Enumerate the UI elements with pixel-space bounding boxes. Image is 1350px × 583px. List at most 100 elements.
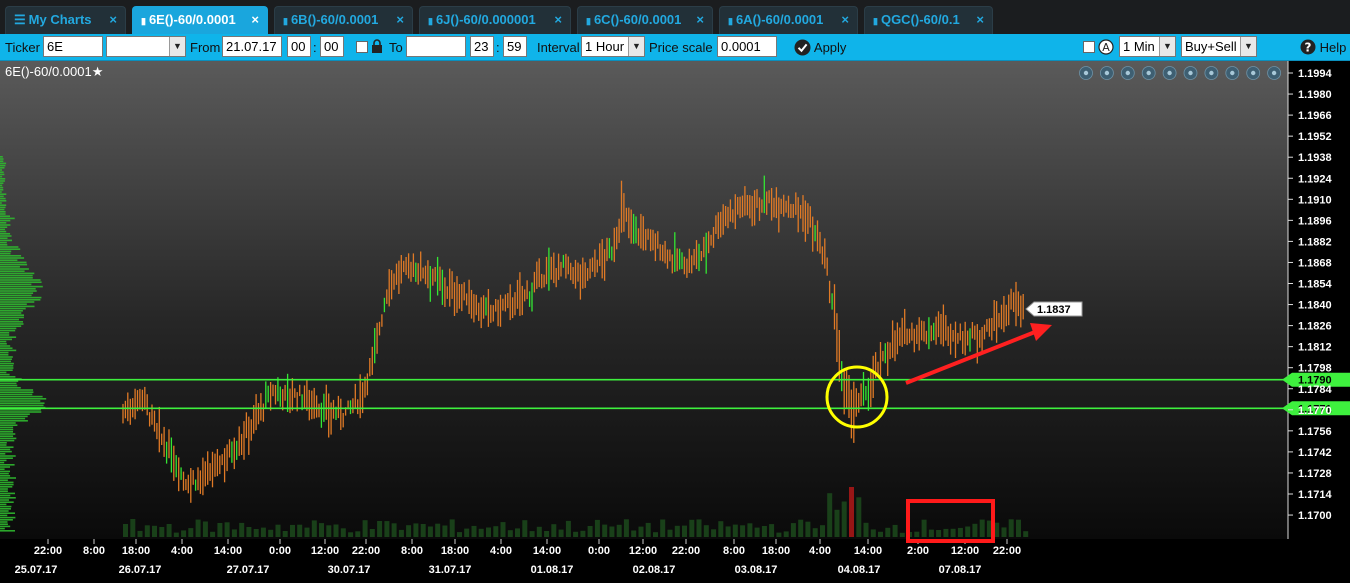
link-icon[interactable] — [1183, 66, 1198, 80]
chart-toolbar: Ticker 6E ▼ From 21.07.17 00 : 00 To 23 … — [0, 34, 1350, 61]
volume-bar — [943, 528, 949, 537]
x-date-label: 04.08.17 — [838, 564, 881, 576]
draw-icon[interactable] — [1162, 66, 1177, 80]
price-chart[interactable]: 1.17901.1771 1.19941.19801.19661.19521.1… — [0, 61, 1350, 583]
volume-bar — [435, 523, 441, 537]
interval-select[interactable]: 1 Hour ▼ — [581, 36, 645, 57]
y-tick-label: 1.1714 — [1298, 489, 1333, 501]
volume-bar — [820, 525, 825, 537]
volume-bar — [761, 526, 767, 537]
volume-bar — [834, 509, 840, 537]
plot-area[interactable] — [0, 61, 1288, 539]
help-button[interactable]: ? Help — [1300, 34, 1346, 61]
volume-bar — [928, 529, 934, 537]
tick-mode-checkbox[interactable] — [1083, 41, 1095, 53]
volume-profile-bar — [0, 307, 26, 310]
x-date-label: 26.07.17 — [119, 564, 162, 576]
y-tick-label: 1.1952 — [1298, 131, 1332, 143]
close-icon[interactable]: × — [251, 7, 259, 33]
volume-profile-bar — [0, 365, 14, 367]
close-icon[interactable]: × — [976, 7, 984, 33]
volume-bar — [1016, 519, 1021, 537]
volume-bar — [754, 527, 760, 537]
volume-bar — [740, 525, 746, 537]
to-minute-input[interactable]: 59 — [503, 36, 527, 57]
volume-bar — [152, 525, 157, 537]
x-time-label: 0:00 — [269, 545, 291, 557]
volume-bar — [936, 530, 942, 537]
zoom-reset-icon[interactable] — [1100, 66, 1114, 80]
volume-profile-bar — [0, 193, 7, 195]
settings-icon[interactable] — [1204, 66, 1219, 80]
volume-profile-bar — [0, 283, 32, 286]
close-icon[interactable]: × — [396, 7, 404, 33]
to-enable-checkbox[interactable] — [356, 41, 368, 53]
volume-bar — [594, 519, 600, 537]
volume-bar — [565, 520, 571, 537]
close-icon[interactable]: × — [554, 7, 562, 33]
apply-button[interactable]: Apply — [794, 34, 846, 61]
volume-bar — [427, 526, 433, 537]
volume-bar — [558, 529, 564, 537]
tab-6b[interactable]: ▮ 6B()-60/0.0001 × — [274, 6, 413, 34]
price-scale-input[interactable]: 0.0001 — [717, 36, 777, 57]
tab-qgc[interactable]: ▮ QGC()-60/0.1 × — [864, 6, 993, 34]
collapse-icon[interactable] — [1267, 66, 1281, 80]
volume-profile-bar — [0, 347, 13, 349]
volume-bar — [1023, 531, 1029, 537]
volume-profile-bar — [0, 490, 8, 492]
at-sign-icon[interactable]: A — [1098, 39, 1114, 55]
volume-bar — [573, 531, 579, 537]
close-icon[interactable]: × — [109, 7, 117, 33]
volume-profile-bar — [0, 305, 35, 308]
from-date-input[interactable]: 21.07.17 — [222, 36, 282, 57]
zoom-in-icon[interactable] — [1079, 66, 1093, 80]
volume-bar — [551, 524, 557, 537]
volume-profile-bar — [0, 472, 9, 475]
to-hour-input[interactable]: 23 — [470, 36, 494, 57]
tab-6c[interactable]: ▮ 6C()-60/0.0001 × — [577, 6, 713, 34]
ticker-input[interactable]: 6E — [43, 36, 103, 57]
from-minute-input[interactable]: 00 — [320, 36, 344, 57]
ticker-select[interactable]: ▼ — [106, 36, 186, 57]
tab-my-charts[interactable]: ☰ My Charts × — [5, 6, 126, 34]
volume-profile-bar — [0, 499, 9, 501]
to-date-input[interactable] — [406, 36, 466, 57]
volume-bar — [137, 530, 143, 537]
volume-bar — [188, 528, 194, 537]
lock-icon[interactable] — [371, 39, 383, 54]
volume-profile-bar — [0, 338, 12, 341]
side-select[interactable]: Buy+Sell ▼ — [1181, 36, 1257, 57]
volume-bar — [449, 519, 455, 537]
tab-6j[interactable]: ▮ 6J()-60/0.000001 × — [419, 6, 571, 34]
close-icon[interactable]: × — [841, 7, 849, 33]
tab-6a[interactable]: ▮ 6A()-60/0.0001 × — [719, 6, 858, 34]
volume-profile-bar — [0, 450, 12, 453]
volume-profile-bar — [0, 336, 17, 338]
volume-profile-bar — [0, 261, 27, 264]
volume-bar — [747, 523, 753, 537]
zoom-out-icon[interactable] — [1120, 66, 1135, 80]
volume-profile-bar — [0, 255, 22, 257]
x-time-label: 12:00 — [629, 545, 657, 557]
x-date-label: 31.07.17 — [429, 564, 472, 576]
from-hour-input[interactable]: 00 — [287, 36, 311, 57]
close-chart-icon[interactable] — [1246, 66, 1261, 80]
volume-profile-bar — [0, 358, 12, 360]
volume-bar — [224, 522, 230, 537]
tab-label: 6B()-60/0.0001 — [290, 12, 379, 27]
fullscreen-icon[interactable] — [1225, 66, 1240, 80]
tab-label: QGC()-60/0.1 — [880, 12, 960, 27]
volume-profile-bar — [0, 224, 11, 226]
tick-interval-select[interactable]: 1 Min ▼ — [1119, 36, 1176, 57]
close-icon[interactable]: × — [696, 7, 704, 33]
grid-icon[interactable] — [1141, 66, 1156, 80]
x-time-label: 12:00 — [311, 545, 339, 557]
volume-bar — [486, 527, 491, 537]
tab-6e[interactable]: ▮ 6E()-60/0.0001 × — [132, 6, 268, 34]
volume-profile-bar — [0, 182, 4, 184]
x-date-label: 30.07.17 — [328, 564, 371, 576]
volume-profile-bar — [0, 272, 35, 275]
volume-bar — [863, 522, 869, 537]
x-date-label: 03.08.17 — [735, 564, 778, 576]
